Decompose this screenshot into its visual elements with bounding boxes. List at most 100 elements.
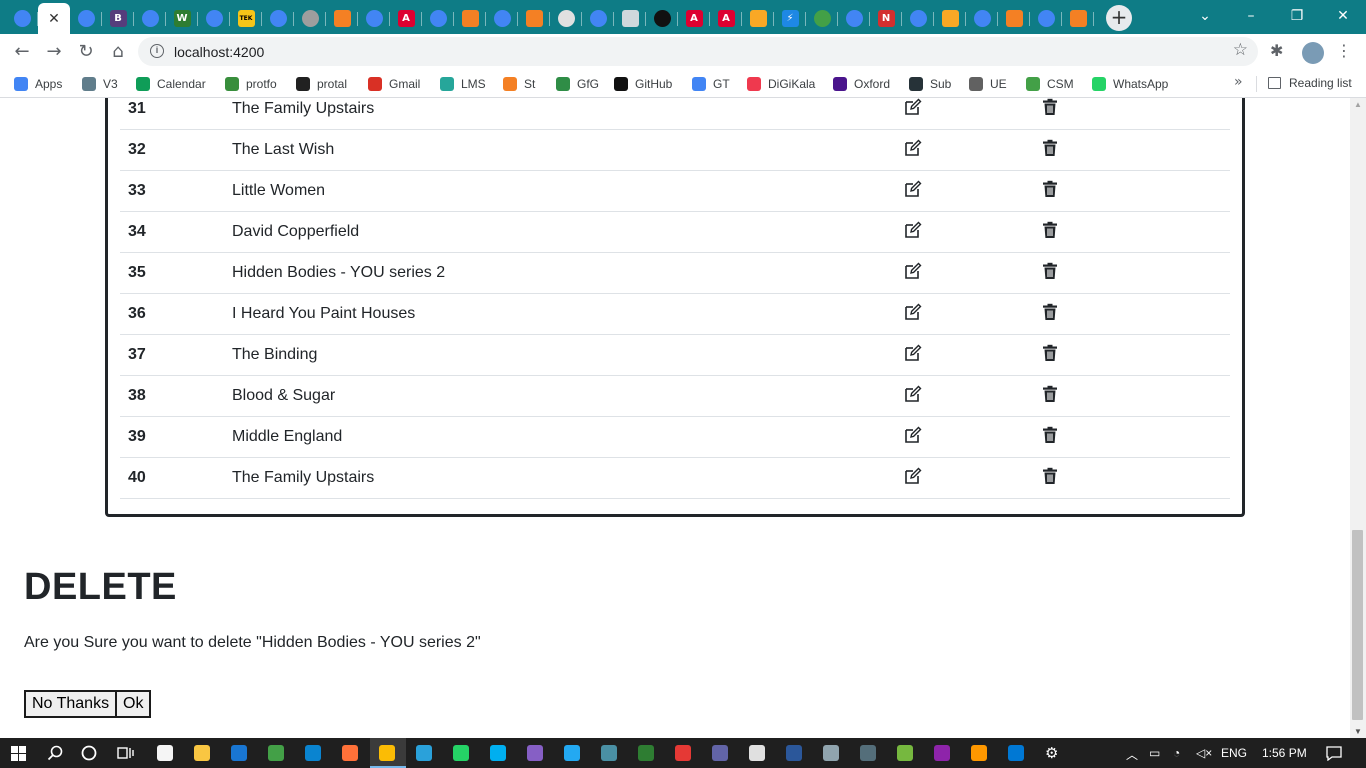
- page-scrollbar[interactable]: ▲ ▼: [1350, 98, 1366, 738]
- tab[interactable]: [582, 3, 614, 34]
- excel-like-icon[interactable]: [638, 745, 654, 761]
- tab[interactable]: [998, 3, 1030, 34]
- trash-icon[interactable]: [1042, 221, 1058, 239]
- tab[interactable]: [326, 3, 358, 34]
- tab[interactable]: W: [166, 3, 198, 34]
- trash-icon[interactable]: [1042, 98, 1058, 116]
- bookmark-oxford[interactable]: Oxford: [833, 76, 890, 92]
- tab[interactable]: [422, 3, 454, 34]
- trash-icon[interactable]: [1042, 467, 1058, 485]
- tab[interactable]: [358, 3, 390, 34]
- bookmark-st[interactable]: St: [503, 76, 535, 92]
- trash-icon[interactable]: [1042, 180, 1058, 198]
- tab[interactable]: TEK: [230, 3, 262, 34]
- tab[interactable]: [838, 3, 870, 34]
- tab[interactable]: [134, 3, 166, 34]
- trash-icon[interactable]: [1042, 139, 1058, 157]
- restore-button[interactable]: ❐: [1274, 0, 1320, 34]
- tab[interactable]: B: [102, 3, 134, 34]
- word-icon[interactable]: [786, 745, 802, 761]
- bookmark-apps[interactable]: Apps: [14, 76, 62, 92]
- bookmark-gmail[interactable]: Gmail: [368, 76, 420, 92]
- edit-icon[interactable]: [904, 139, 922, 157]
- calculator-icon[interactable]: [823, 745, 839, 761]
- firefox-icon[interactable]: [342, 745, 358, 761]
- scroll-up-arrow-icon[interactable]: ▲: [1354, 100, 1362, 109]
- new-tab-button[interactable]: +: [1106, 5, 1132, 31]
- bookmark-gfg[interactable]: GfG: [556, 76, 599, 92]
- close-tab-icon[interactable]: ✕: [48, 11, 60, 27]
- tab[interactable]: [614, 3, 646, 34]
- tray-expand-icon[interactable]: ︿: [1126, 746, 1138, 763]
- skype-icon[interactable]: [490, 745, 506, 761]
- sql-icon[interactable]: [601, 745, 617, 761]
- tab[interactable]: [262, 3, 294, 34]
- bookmark-lms[interactable]: LMS: [440, 76, 486, 92]
- tab-search-icon[interactable]: ⌄: [1182, 0, 1228, 34]
- settings-icon[interactable]: ⚙: [1045, 745, 1061, 761]
- tab[interactable]: [294, 3, 326, 34]
- edit-icon[interactable]: [904, 344, 922, 362]
- tab[interactable]: [934, 3, 966, 34]
- tab[interactable]: [550, 3, 582, 34]
- home-icon[interactable]: ⌂: [106, 40, 130, 64]
- bookmark-star-icon[interactable]: ☆: [1233, 40, 1248, 60]
- tab[interactable]: [966, 3, 998, 34]
- bolt-icon[interactable]: [675, 745, 691, 761]
- notifications-icon[interactable]: [1326, 745, 1342, 761]
- tab[interactable]: A: [710, 3, 742, 34]
- scroll-down-arrow-icon[interactable]: ▼: [1354, 727, 1362, 736]
- back-icon[interactable]: ←: [10, 40, 34, 64]
- bookmark-ue[interactable]: UE: [969, 76, 1007, 92]
- store-icon[interactable]: [157, 745, 173, 761]
- tab-active[interactable]: ✕: [38, 3, 70, 34]
- tab[interactable]: [518, 3, 550, 34]
- address-bar[interactable]: i localhost:4200 ☆: [138, 37, 1258, 66]
- trash-icon[interactable]: [1042, 344, 1058, 362]
- clock[interactable]: 1:56 PM: [1262, 746, 1307, 760]
- file-explorer-icon[interactable]: [194, 745, 210, 761]
- edit-icon[interactable]: [904, 467, 922, 485]
- bookmark-protfo[interactable]: protfo: [225, 76, 277, 92]
- edit-icon[interactable]: [904, 180, 922, 198]
- more-bookmarks-icon[interactable]: »: [1234, 74, 1243, 90]
- cortana-icon[interactable]: [81, 745, 97, 761]
- chrome-icon[interactable]: [379, 745, 395, 761]
- trash-icon[interactable]: [1042, 426, 1058, 444]
- volume-icon[interactable]: ◁×: [1196, 746, 1212, 760]
- reading-list-button[interactable]: Reading list: [1268, 76, 1352, 90]
- tab[interactable]: [198, 3, 230, 34]
- edit-icon[interactable]: [904, 262, 922, 280]
- search-icon[interactable]: [47, 745, 63, 761]
- tab[interactable]: [6, 3, 38, 34]
- bookmark-csm[interactable]: CSM: [1026, 76, 1074, 92]
- sublime-icon[interactable]: [971, 745, 987, 761]
- extensions-icon[interactable]: ✱: [1270, 41, 1283, 60]
- paint-icon[interactable]: [749, 745, 765, 761]
- visual-studio-icon[interactable]: [527, 745, 543, 761]
- bookmark-github[interactable]: GitHub: [614, 76, 672, 92]
- mail-icon[interactable]: [231, 745, 247, 761]
- telegram-icon[interactable]: [416, 745, 432, 761]
- utorrent-icon[interactable]: [897, 745, 913, 761]
- bookmark-v3[interactable]: V3: [82, 76, 118, 92]
- close-window-button[interactable]: ✕: [1320, 0, 1366, 34]
- tab[interactable]: [486, 3, 518, 34]
- tab[interactable]: A: [678, 3, 710, 34]
- edge-icon[interactable]: [305, 745, 321, 761]
- browser-menu-icon[interactable]: ⋮: [1336, 41, 1352, 60]
- tab[interactable]: [1030, 3, 1062, 34]
- tab[interactable]: [1062, 3, 1094, 34]
- terminal-icon[interactable]: [934, 745, 950, 761]
- remote-desktop-icon[interactable]: [1008, 745, 1024, 761]
- tab[interactable]: N: [870, 3, 902, 34]
- task-view-icon[interactable]: [117, 745, 134, 761]
- bookmark-sub[interactable]: Sub: [909, 76, 951, 92]
- xbox-game-icon[interactable]: [268, 745, 284, 761]
- ok-button[interactable]: Ok: [115, 690, 152, 718]
- edit-icon[interactable]: [904, 426, 922, 444]
- bookmark-calendar[interactable]: Calendar: [136, 76, 206, 92]
- tab[interactable]: [454, 3, 486, 34]
- site-info-icon[interactable]: i: [150, 44, 164, 58]
- tab[interactable]: [806, 3, 838, 34]
